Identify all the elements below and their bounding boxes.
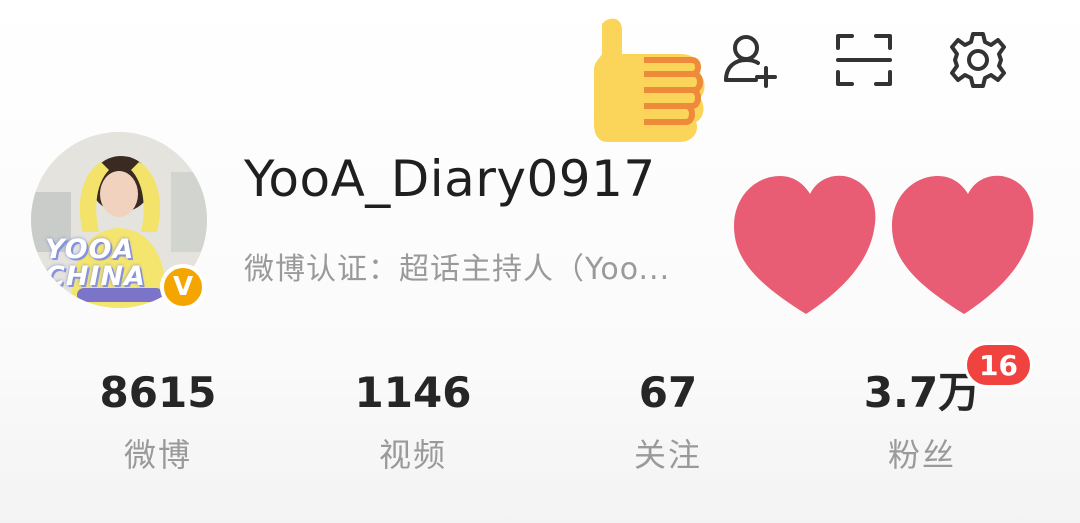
thumbs-up-icon: [594, 18, 705, 142]
certification-text[interactable]: 微博认证：超话主持人（Yoo...: [244, 244, 670, 288]
username: YooA_Diary0917: [244, 150, 656, 208]
stat-video[interactable]: 1146 视频: [313, 364, 513, 476]
scan-icon: [836, 34, 892, 86]
hearts-sticker: [728, 168, 1038, 318]
heart-icon: [892, 175, 1034, 314]
heart-icon: [734, 175, 876, 314]
stat-label: 粉丝: [887, 436, 956, 474]
stat-value: 8615: [99, 368, 217, 417]
stat-label: 关注: [633, 436, 702, 474]
thumbs-up-sticker: [588, 14, 714, 146]
scan-button[interactable]: [832, 28, 896, 92]
add-friend-button[interactable]: [720, 28, 784, 92]
gear-icon: [950, 32, 1006, 88]
settings-button[interactable]: [946, 28, 1010, 92]
stat-label: 微博: [123, 436, 192, 474]
stat-following[interactable]: 67 关注: [568, 364, 768, 476]
stat-value: 1146: [354, 368, 472, 417]
stat-label: 视频: [378, 436, 447, 474]
add-user-icon: [724, 35, 777, 88]
verified-badge: V: [160, 264, 206, 310]
stat-weibo[interactable]: 8615 微博: [58, 364, 258, 476]
stat-value: 67: [638, 368, 698, 417]
new-fans-badge: 16: [964, 342, 1033, 388]
